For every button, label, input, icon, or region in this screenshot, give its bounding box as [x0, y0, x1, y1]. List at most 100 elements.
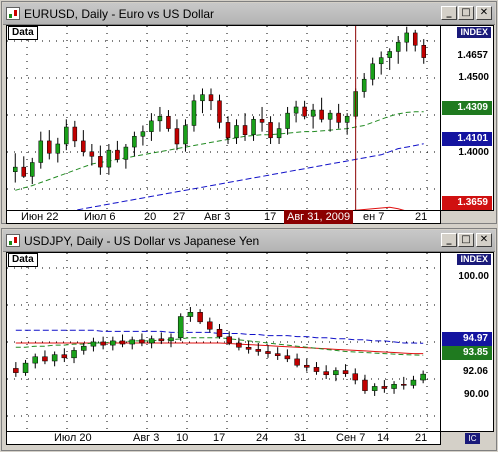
candle-body: [352, 373, 359, 381]
candle-body: [333, 370, 339, 376]
candle-body: [401, 384, 407, 386]
candle-body: [158, 338, 165, 342]
candle-body: [191, 100, 197, 126]
candle-body: [13, 166, 18, 172]
candle-body: [304, 364, 310, 368]
moving-average-blue: [73, 143, 424, 210]
candle-body: [251, 119, 256, 135]
usdjpy-time-axis: Июл 20 Авг 3 10 17 24 31 Сен 7 14 21: [6, 432, 441, 445]
candle-body: [21, 166, 27, 177]
eurusd-index-label: INDEX: [457, 27, 491, 38]
eurusd-window-title: EURUSD, Daily - Euro vs US Dollar: [24, 7, 215, 21]
candle-body: [72, 126, 78, 142]
candle-body: [284, 355, 291, 360]
usdjpy-candlestick-chart: [7, 253, 440, 431]
candle-body: [200, 94, 205, 102]
candle-body: [149, 120, 154, 132]
usdjpy-title-bar[interactable]: USDJPY, Daily - US Dollar vs Japanese Ye…: [3, 230, 495, 252]
candle-body: [420, 373, 426, 381]
candle-body: [47, 140, 52, 154]
chart-app-icon: [6, 234, 20, 247]
candle-body: [361, 78, 367, 92]
maximize-button[interactable]: □: [458, 6, 474, 20]
usdjpy-y-tick: 90.00: [463, 389, 489, 400]
eurusd-x-tick: 21: [415, 211, 428, 223]
eurusd-title-bar[interactable]: EURUSD, Daily - Euro vs US Dollar _ □ ✕: [3, 3, 495, 25]
candle-body: [412, 32, 418, 46]
candle-body: [323, 371, 329, 376]
eurusd-x-tick: 17: [264, 211, 277, 223]
eurusd-time-axis: Июн 22 Июл 6 20 27 Авг 3 17 ен 7 21 Авг …: [6, 210, 441, 224]
usdjpy-axis-corner-icon[interactable]: IC: [465, 433, 480, 444]
candle-body: [207, 321, 213, 330]
candle-body: [310, 109, 316, 117]
candle-body: [378, 57, 384, 65]
close-button[interactable]: ✕: [476, 233, 492, 247]
candle-body: [236, 342, 242, 348]
usdjpy-index-label: INDEX: [457, 254, 491, 265]
candle-body: [293, 106, 299, 114]
usdjpy-ma-green-price: 93.85: [442, 346, 492, 360]
candle-body: [90, 341, 97, 347]
candle-body: [30, 162, 35, 177]
candle-body: [302, 106, 307, 117]
candle-body: [32, 356, 38, 364]
candle-body: [174, 128, 180, 145]
candle-body: [187, 312, 194, 317]
candle-body: [285, 112, 290, 129]
candle-body: [139, 339, 145, 344]
candle-body: [81, 140, 86, 152]
candle-body: [197, 312, 203, 323]
candle-body: [89, 151, 95, 157]
maximize-button[interactable]: □: [458, 233, 474, 247]
close-button[interactable]: ✕: [476, 6, 492, 20]
candle-body: [110, 340, 116, 346]
eurusd-x-tick: Июл 6: [84, 211, 116, 223]
eurusd-crosshair-date: Авг 31, 2009: [284, 210, 354, 224]
minimize-button[interactable]: _: [441, 6, 457, 20]
candle-body: [404, 32, 409, 43]
minimize-button[interactable]: _: [441, 233, 457, 247]
eurusd-x-tick: Авг 3: [204, 211, 231, 223]
eurusd-y-tick: 1.4000: [458, 147, 489, 158]
candle-body: [259, 119, 265, 123]
candle-body: [313, 367, 320, 372]
eurusd-data-label: Data: [8, 26, 38, 40]
candle-body: [225, 122, 231, 139]
candle-body: [148, 338, 155, 344]
candle-body: [38, 140, 44, 163]
candle-body: [64, 126, 69, 145]
candle-body: [226, 336, 232, 344]
usdjpy-x-tick: Сен 7: [336, 432, 366, 444]
candle-body: [274, 353, 281, 356]
usdjpy-x-tick: Июл 20: [54, 432, 92, 444]
eurusd-y-tick: 1.4500: [458, 72, 489, 83]
eurusd-plot-area[interactable]: [6, 25, 441, 211]
usdjpy-x-tick: 21: [415, 432, 428, 444]
candle-body: [370, 63, 375, 80]
usdjpy-chart-window[interactable]: USDJPY, Daily - US Dollar vs Japanese Ye…: [1, 228, 497, 451]
eurusd-chart-window[interactable]: EURUSD, Daily - Euro vs US Dollar _ □ ✕ …: [1, 1, 497, 224]
usdjpy-plot-area[interactable]: [6, 252, 441, 432]
candle-body: [319, 109, 324, 120]
eurusd-ma-blue-price: 1.4101: [442, 132, 492, 146]
usdjpy-current-price: 92.06: [442, 365, 492, 379]
candle-body: [362, 379, 368, 391]
candle-body: [410, 379, 417, 386]
candle-body: [245, 346, 252, 350]
candle-body: [255, 349, 262, 352]
candle-body: [294, 358, 300, 366]
candle-body: [421, 45, 426, 58]
eurusd-x-tick: Июн 22: [21, 211, 59, 223]
candle-body: [217, 100, 222, 123]
candle-body: [123, 146, 129, 160]
eurusd-ma-red-price: 1.3659: [442, 196, 492, 210]
usdjpy-x-tick: 14: [377, 432, 390, 444]
candle-body: [55, 143, 61, 154]
candle-body: [344, 115, 350, 123]
candle-body: [61, 354, 68, 359]
candle-body: [265, 351, 271, 354]
candle-body: [327, 112, 333, 120]
candle-body: [183, 125, 188, 145]
usdjpy-x-tick: 31: [294, 432, 307, 444]
